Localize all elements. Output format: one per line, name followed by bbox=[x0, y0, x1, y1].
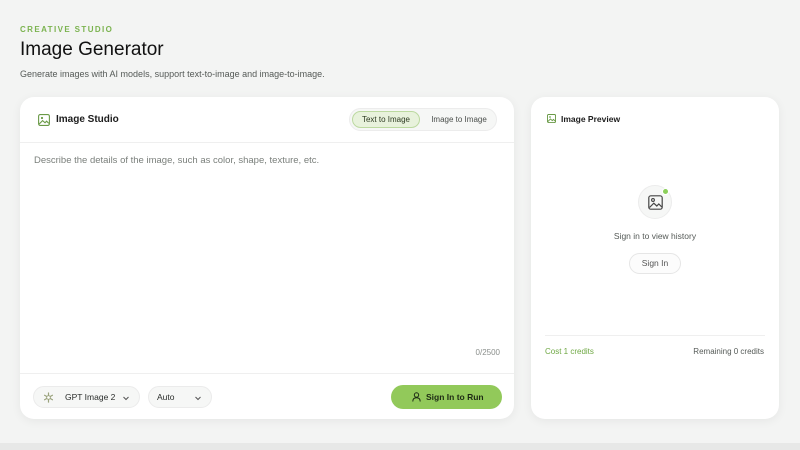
sign-in-button[interactable]: Sign In bbox=[629, 253, 681, 274]
studio-footer: GPT Image 2 Auto Sign In to Run bbox=[20, 373, 514, 419]
bottom-edge bbox=[0, 443, 800, 450]
prompt-input[interactable] bbox=[34, 155, 500, 355]
cost-credits: Cost 1 credits bbox=[545, 347, 594, 356]
page-subtitle: Generate images with AI models, support … bbox=[20, 69, 325, 79]
empty-history-message: Sign in to view history bbox=[613, 231, 697, 241]
model-select[interactable]: GPT Image 2 bbox=[33, 386, 140, 408]
aspect-ratio-select[interactable]: Auto bbox=[148, 386, 212, 408]
divider bbox=[545, 335, 765, 336]
studio-header: Image Studio Text to Image Image to Imag… bbox=[20, 97, 514, 143]
status-dot bbox=[662, 188, 669, 195]
image-studio-panel: Image Studio Text to Image Image to Imag… bbox=[20, 97, 514, 419]
studio-title: Image Studio bbox=[56, 114, 119, 125]
image-icon bbox=[547, 114, 556, 123]
openai-logo-icon bbox=[43, 392, 54, 403]
image-icon bbox=[38, 114, 50, 126]
run-button-label: Sign In to Run bbox=[426, 392, 484, 402]
preview-title: Image Preview bbox=[561, 114, 621, 124]
char-count: 0/2500 bbox=[475, 348, 500, 357]
section-eyebrow: CREATIVE STUDIO bbox=[20, 25, 114, 34]
empty-state-badge bbox=[638, 185, 672, 219]
image-preview-panel: Image Preview Sign in to view history Si… bbox=[531, 97, 779, 419]
aspect-ratio-label: Auto bbox=[157, 392, 175, 402]
image-placeholder-icon bbox=[648, 195, 663, 210]
page-title: Image Generator bbox=[20, 39, 164, 60]
user-icon bbox=[412, 392, 421, 402]
tab-text-to-image[interactable]: Text to Image bbox=[352, 111, 420, 128]
tab-image-to-image[interactable]: Image to Image bbox=[423, 111, 495, 128]
chevron-down-icon bbox=[195, 396, 201, 401]
model-select-label: GPT Image 2 bbox=[65, 392, 116, 402]
remaining-credits: Remaining 0 credits bbox=[693, 347, 764, 356]
chevron-down-icon bbox=[123, 396, 129, 401]
sign-in-to-run-button[interactable]: Sign In to Run bbox=[391, 385, 502, 409]
mode-toggle: Text to Image Image to Image bbox=[349, 108, 497, 131]
